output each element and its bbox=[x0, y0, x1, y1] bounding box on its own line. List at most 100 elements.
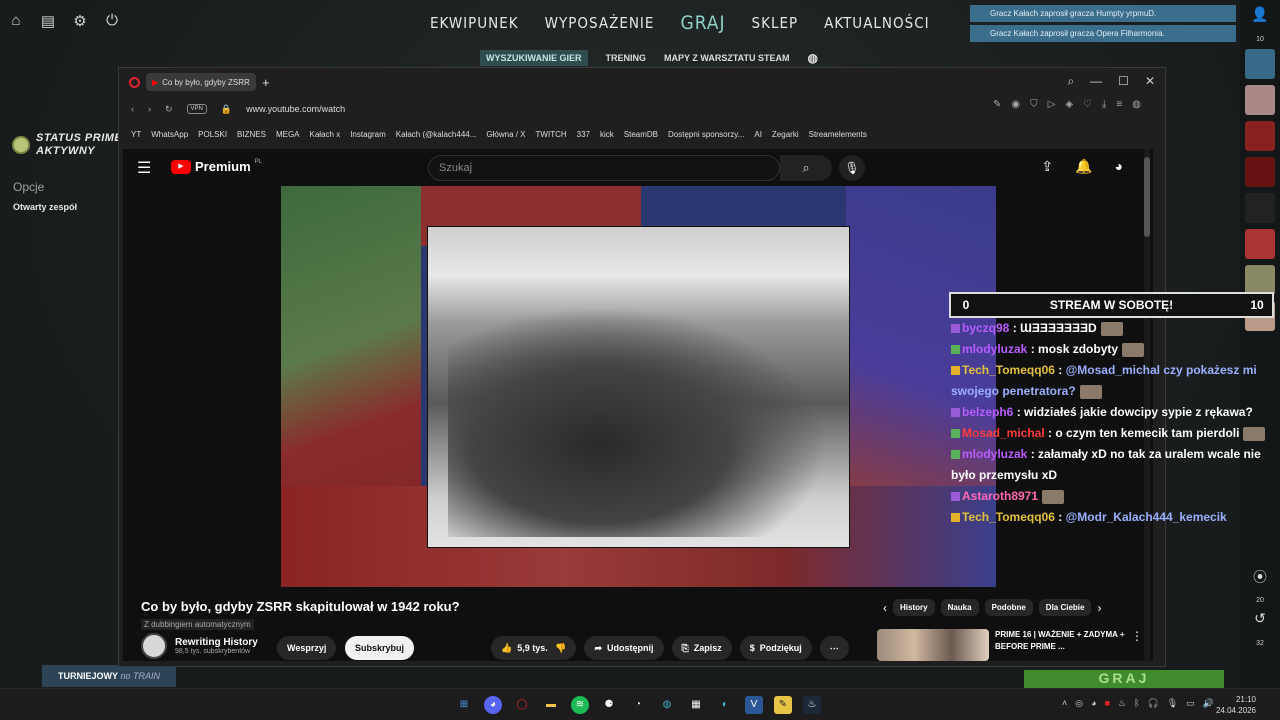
bookmark-item[interactable]: SteamDB bbox=[624, 130, 658, 139]
windows-start-icon[interactable]: ⊞ bbox=[455, 696, 473, 714]
chip-nauka[interactable]: Nauka bbox=[940, 599, 979, 616]
close-icon[interactable]: ✕ bbox=[1145, 74, 1155, 89]
bookmark-item[interactable]: TWITCH bbox=[536, 130, 567, 139]
chip-history[interactable]: History bbox=[893, 599, 935, 616]
new-tab-button[interactable]: + bbox=[262, 75, 270, 90]
bookmark-item[interactable]: Zegarki bbox=[772, 130, 799, 139]
minimize-icon[interactable]: — bbox=[1090, 74, 1102, 89]
headset-icon[interactable]: 🎧 bbox=[1147, 698, 1158, 709]
red-app-icon[interactable]: ■ bbox=[1105, 698, 1110, 709]
scrollbar-thumb[interactable] bbox=[1144, 157, 1150, 237]
more-icon[interactable]: ⋮ bbox=[1131, 629, 1143, 661]
tab-matchmaking[interactable]: WYSZUKIWANIE GIER bbox=[480, 50, 588, 66]
discord-tray-icon[interactable]: ◕ bbox=[1091, 698, 1096, 709]
like-button[interactable]: 👍 5,9 tys. 👎 bbox=[491, 636, 577, 660]
notification-item[interactable]: Gracz Kałach zaprosił gracza Opera Filha… bbox=[970, 25, 1236, 42]
bookmark-item[interactable]: POLSKI bbox=[198, 130, 227, 139]
chevron-up-icon[interactable]: ˄ bbox=[1062, 698, 1067, 709]
spotify-icon[interactable]: ≋ bbox=[571, 696, 589, 714]
search-icon[interactable]: ⌕ bbox=[780, 155, 832, 181]
bell-icon[interactable]: 🔔 bbox=[1075, 158, 1092, 175]
chip-podobne[interactable]: Podobne bbox=[984, 599, 1033, 616]
bluetooth-icon[interactable]: ᛒ bbox=[1134, 698, 1139, 709]
support-button[interactable]: Wesprzyj bbox=[277, 636, 337, 660]
url-field[interactable]: www.youtube.com/watch bbox=[246, 104, 345, 114]
video-thumbnail[interactable] bbox=[877, 629, 989, 661]
dislike-icon[interactable]: 👎 bbox=[553, 643, 566, 654]
globe-icon[interactable]: ◍ bbox=[808, 51, 818, 65]
camera-icon[interactable]: ◉ bbox=[1011, 99, 1020, 110]
friend-avatar[interactable] bbox=[1245, 193, 1275, 223]
bookmark-item[interactable]: Streamelements bbox=[809, 130, 867, 139]
edge-icon[interactable]: ◐ bbox=[716, 696, 734, 714]
video-player[interactable] bbox=[281, 186, 996, 587]
discord-icon[interactable]: ◕ bbox=[484, 696, 502, 714]
vpn-badge[interactable]: VPN bbox=[186, 104, 207, 114]
nav-graj[interactable]: GRAJ bbox=[680, 12, 725, 34]
inventory-icon[interactable]: ▤ bbox=[40, 12, 56, 30]
friend-avatar[interactable] bbox=[1245, 265, 1275, 295]
reload-icon[interactable]: ↻ bbox=[165, 104, 173, 115]
menu-item-open-party[interactable]: Otwarty zespół bbox=[13, 202, 77, 212]
bookmark-item[interactable]: Instagram bbox=[350, 130, 386, 139]
opera-taskbar-icon[interactable]: ◯ bbox=[513, 696, 531, 714]
bookmark-item[interactable]: WhatsApp bbox=[151, 130, 188, 139]
save-button[interactable]: ⎘ Zapisz bbox=[671, 636, 732, 660]
folder-icon[interactable]: ▬ bbox=[542, 696, 560, 714]
avatar[interactable]: ◕ bbox=[1115, 158, 1123, 175]
play-icon[interactable]: ▷ bbox=[1048, 99, 1056, 110]
notification-item[interactable]: Gracz Kałach zaprosił gracza Humpty yrpm… bbox=[970, 5, 1236, 22]
bookmark-item[interactable]: AI bbox=[754, 130, 762, 139]
notes-icon[interactable]: ✎ bbox=[774, 696, 792, 714]
download-icon[interactable]: ⤓ bbox=[1102, 99, 1106, 110]
heart-icon[interactable]: ♡ bbox=[1083, 99, 1092, 110]
tournament-banner[interactable]: TURNIEJOWY no TRAIN bbox=[42, 665, 176, 687]
shield-icon[interactable]: ⛉ bbox=[1030, 99, 1038, 110]
bookmark-item[interactable]: 337 bbox=[577, 130, 590, 139]
steam-icon[interactable]: ♨ bbox=[803, 696, 821, 714]
app-icon[interactable]: ⚈ bbox=[600, 696, 618, 714]
youtube-logo[interactable]: ▶ Premium PL bbox=[171, 159, 262, 174]
search-input[interactable]: Szukaj bbox=[428, 155, 780, 181]
nav-wyposazenie[interactable]: WYPOSAŻENIE bbox=[545, 14, 655, 32]
settings-icon[interactable]: ⚙ bbox=[72, 12, 88, 30]
tab-workshop-maps[interactable]: MAPY Z WARSZTATU STEAM bbox=[664, 53, 790, 63]
mic-tray-icon[interactable]: 🎙 bbox=[1167, 698, 1178, 709]
upload-icon[interactable]: ⇪ bbox=[1041, 158, 1053, 175]
speaker-icon[interactable]: 🔊 bbox=[1203, 698, 1214, 709]
tab-training[interactable]: TRENING bbox=[606, 53, 647, 63]
network-icon[interactable]: ▭ bbox=[1186, 698, 1195, 709]
share-button[interactable]: ➦ Udostępnij bbox=[584, 636, 664, 660]
nav-ekwipunek[interactable]: EKWIPUNEK bbox=[430, 14, 519, 32]
friend-avatar[interactable] bbox=[1245, 49, 1275, 79]
mic-icon[interactable]: 🎙 bbox=[839, 155, 865, 181]
calculator-icon[interactable]: ▦ bbox=[687, 696, 705, 714]
thanks-button[interactable]: $ Podziękuj bbox=[739, 636, 812, 660]
obs-icon[interactable]: ◔ bbox=[629, 696, 647, 714]
profile-icon[interactable]: ◍ bbox=[1132, 99, 1141, 110]
bookmark-item[interactable]: kick bbox=[600, 130, 614, 139]
word-icon[interactable]: V bbox=[745, 696, 763, 714]
bookmark-item[interactable]: BIZNES bbox=[237, 130, 266, 139]
system-clock[interactable]: 21:10 24.04.2026 bbox=[1216, 694, 1256, 716]
steam-tray-icon[interactable]: ♨ bbox=[1118, 698, 1126, 709]
nav-sklep[interactable]: SKLEP bbox=[752, 14, 799, 32]
subscribe-button[interactable]: Subskrybuj bbox=[345, 636, 415, 660]
friend-avatar[interactable] bbox=[1245, 121, 1275, 151]
chevron-left-icon[interactable]: ‹ bbox=[883, 601, 887, 615]
hamburger-icon[interactable]: ☰ bbox=[137, 158, 151, 178]
cube-icon[interactable]: ◈ bbox=[1065, 99, 1073, 110]
friend-avatar[interactable] bbox=[1245, 85, 1275, 115]
bookmark-item[interactable]: MEGA bbox=[276, 130, 300, 139]
menu-icon[interactable]: ≡ bbox=[1116, 99, 1122, 110]
power-icon[interactable]: ⏻ bbox=[104, 12, 120, 30]
bookmark-item[interactable]: Dostępni sponsorzy... bbox=[668, 130, 744, 139]
forward-icon[interactable]: › bbox=[148, 104, 151, 114]
bookmark-item[interactable]: Główna / X bbox=[486, 130, 525, 139]
bookmark-item[interactable]: Kałach (@kalach444... bbox=[396, 130, 477, 139]
search-tabs-icon[interactable]: ⌕ bbox=[1067, 74, 1074, 89]
more-actions-icon[interactable]: ⋯ bbox=[819, 636, 849, 660]
opera-icon[interactable] bbox=[129, 76, 140, 88]
friends-icon[interactable]: 👤 bbox=[1245, 6, 1275, 36]
chevron-right-icon[interactable]: › bbox=[1097, 601, 1101, 615]
